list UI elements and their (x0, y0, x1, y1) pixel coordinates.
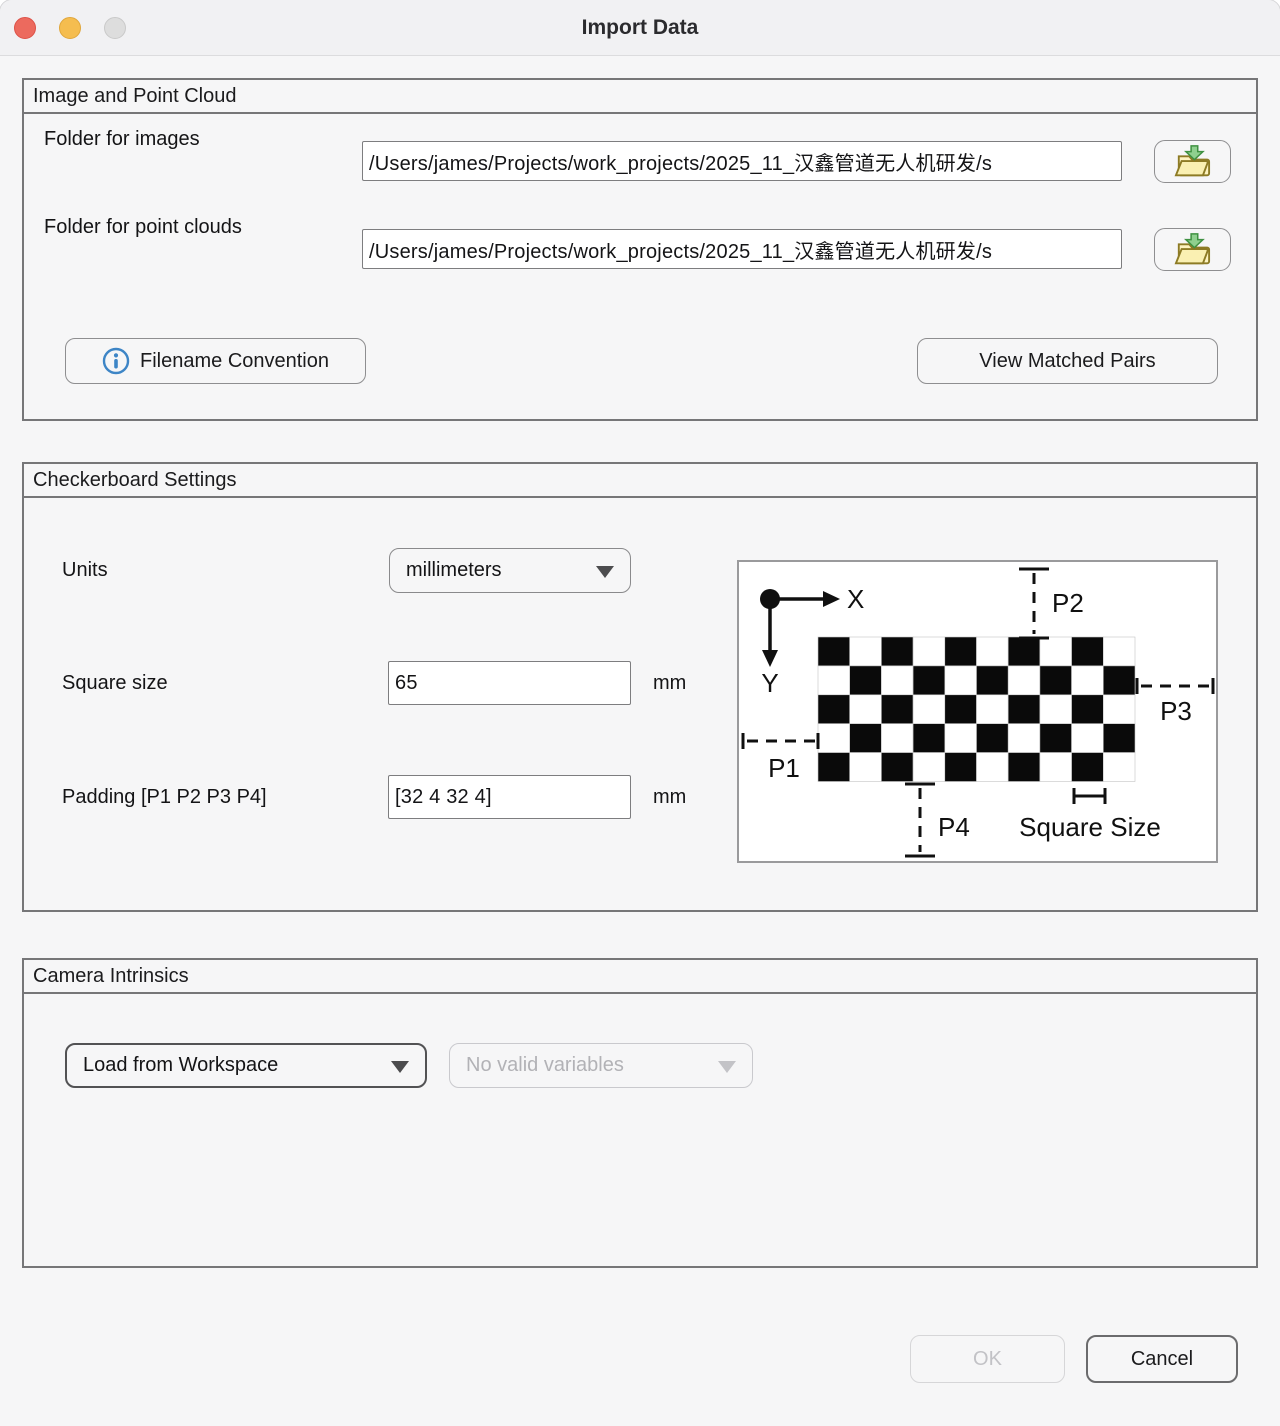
square-size-label: Square size (62, 672, 168, 695)
open-folder-icon (1172, 232, 1214, 268)
padding-unit: mm (653, 786, 686, 809)
intrinsics-source-value: Load from Workspace (83, 1054, 278, 1077)
folder-for-point-clouds-input[interactable] (362, 229, 1122, 269)
padding-p1-measure (743, 733, 818, 749)
section-camera-intrinsics: Camera Intrinsics Load from Workspace No… (22, 958, 1258, 1268)
ok-label: OK (973, 1348, 1002, 1371)
folder-for-point-clouds-label: Folder for point clouds (44, 216, 242, 239)
units-value: millimeters (406, 559, 502, 582)
title-bar: Import Data (0, 0, 1280, 56)
traffic-lights (14, 17, 126, 39)
padding-p2-measure (1019, 569, 1049, 638)
close-button[interactable] (14, 17, 36, 39)
cancel-label: Cancel (1131, 1348, 1193, 1371)
browse-point-clouds-button[interactable] (1154, 228, 1231, 271)
padding-p1-label: P1 (768, 753, 800, 783)
padding-p4-label: P4 (938, 812, 970, 842)
window-title: Import Data (582, 16, 699, 40)
browse-images-button[interactable] (1154, 140, 1231, 183)
filename-convention-label: Filename Convention (140, 350, 329, 373)
checkerboard-pattern (818, 637, 1135, 782)
ok-button: OK (910, 1335, 1065, 1383)
import-data-dialog: Import Data Image and Point Cloud Folder… (0, 0, 1280, 1426)
section-image-and-point-cloud: Image and Point Cloud Folder for images … (22, 78, 1258, 421)
intrinsics-variable-value: No valid variables (466, 1054, 624, 1077)
padding-label: Padding [P1 P2 P3 P4] (62, 786, 267, 809)
padding-p4-measure (905, 784, 935, 856)
axis-x-label: X (847, 584, 864, 614)
section-title: Image and Point Cloud (24, 80, 1256, 114)
checkerboard-diagram-svg: X Y P2 P3 (739, 562, 1216, 861)
view-matched-pairs-label: View Matched Pairs (979, 350, 1155, 373)
units-dropdown[interactable]: millimeters (389, 548, 631, 593)
filename-convention-button[interactable]: Filename Convention (65, 338, 366, 384)
padding-p3-measure (1137, 678, 1213, 694)
open-folder-icon (1172, 144, 1214, 180)
square-size-diagram-label: Square Size (1019, 812, 1161, 842)
cancel-button[interactable]: Cancel (1086, 1335, 1238, 1383)
axis-y-label: Y (761, 668, 778, 698)
square-size-input[interactable] (388, 661, 631, 705)
chevron-down-icon (596, 566, 614, 578)
square-size-unit: mm (653, 672, 686, 695)
fullscreen-button (104, 17, 126, 39)
square-size-measure (1074, 788, 1105, 804)
chevron-down-icon (718, 1061, 736, 1073)
intrinsics-source-dropdown[interactable]: Load from Workspace (65, 1043, 427, 1088)
checkerboard-diagram: X Y P2 P3 (737, 560, 1218, 863)
folder-for-images-input[interactable] (362, 141, 1122, 181)
section-title: Camera Intrinsics (24, 960, 1256, 994)
chevron-down-icon (391, 1061, 409, 1073)
intrinsics-variable-dropdown: No valid variables (449, 1043, 753, 1088)
padding-p2-label: P2 (1052, 588, 1084, 618)
units-label: Units (62, 559, 108, 582)
minimize-button[interactable] (59, 17, 81, 39)
info-icon (102, 347, 130, 375)
padding-input[interactable] (388, 775, 631, 819)
section-checkerboard-settings: Checkerboard Settings Units millimeters … (22, 462, 1258, 912)
section-title: Checkerboard Settings (24, 464, 1256, 498)
padding-p3-label: P3 (1160, 696, 1192, 726)
folder-for-images-label: Folder for images (44, 128, 200, 151)
view-matched-pairs-button[interactable]: View Matched Pairs (917, 338, 1218, 384)
